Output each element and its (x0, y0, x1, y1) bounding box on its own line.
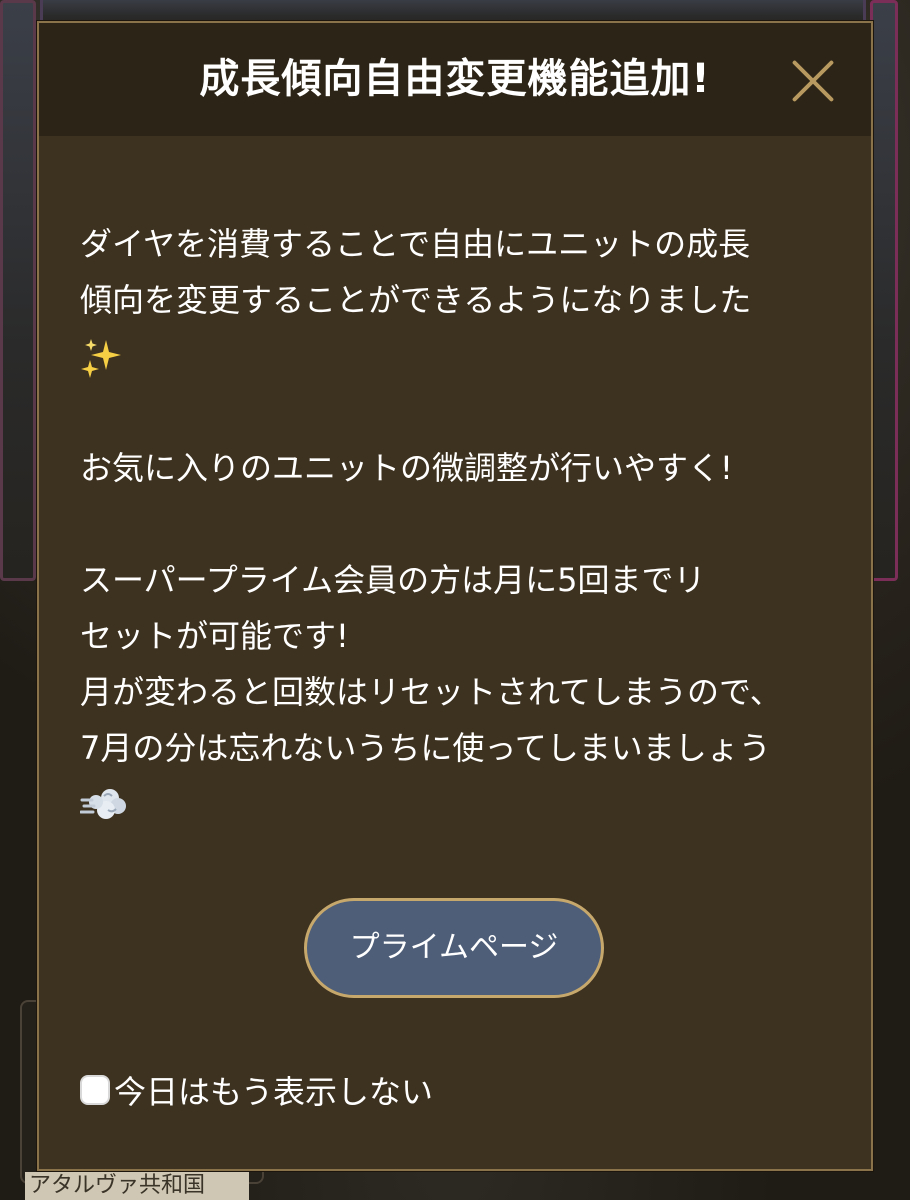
sparkles-icon (80, 336, 124, 380)
body-text-line: ダイヤを消費することで自由にユニットの成長 (80, 225, 751, 263)
dont-show-today-toggle[interactable]: 今日はもう表示しない (80, 1068, 433, 1112)
dont-show-label: 今日はもう表示しない (114, 1073, 434, 1111)
close-icon[interactable] (791, 59, 835, 103)
prime-page-button[interactable]: プライムページ (304, 898, 604, 998)
background-faction-label: アタルヴァ共和国 (25, 1172, 249, 1200)
body-paragraph: スーパープライム会員の方は月に5回までリ セットが可能です! 月が変わると回数は… (79, 552, 840, 832)
background-unit-card (870, 0, 898, 581)
body-text-line: スーパープライム会員の方は月に5回までリ (80, 561, 706, 599)
body-paragraph: ダイヤを消費することで自由にユニットの成長 傾向を変更することができるようになり… (80, 216, 840, 384)
modal-body: ダイヤを消費することで自由にユニットの成長 傾向を変更することができるようになり… (79, 216, 840, 832)
dash-icon (79, 784, 128, 824)
body-text-line: 月が変わると回数はリセットされてしまうので、 (80, 673, 782, 711)
body-text-line: 傾向を変更することができるようになりました (80, 281, 752, 319)
announcement-modal: 成長傾向自由変更機能追加! ダイヤを消費することで自由にユニットの成長 傾向を変… (37, 21, 873, 1171)
modal-title: 成長傾向自由変更機能追加! (199, 56, 711, 102)
body-text-line: 7月の分は忘れないうちに使ってしまいましょう (80, 729, 771, 767)
modal-header: 成長傾向自由変更機能追加! (39, 23, 871, 136)
body-paragraph: お気に入りのユニットの微調整が行いやすく! (80, 440, 840, 496)
body-text-line: セットが可能です! (80, 617, 349, 655)
dont-show-checkbox[interactable] (80, 1075, 110, 1105)
background-unit-card (0, 0, 36, 581)
body-text-line: お気に入りのユニットの微調整が行いやすく! (80, 449, 733, 487)
